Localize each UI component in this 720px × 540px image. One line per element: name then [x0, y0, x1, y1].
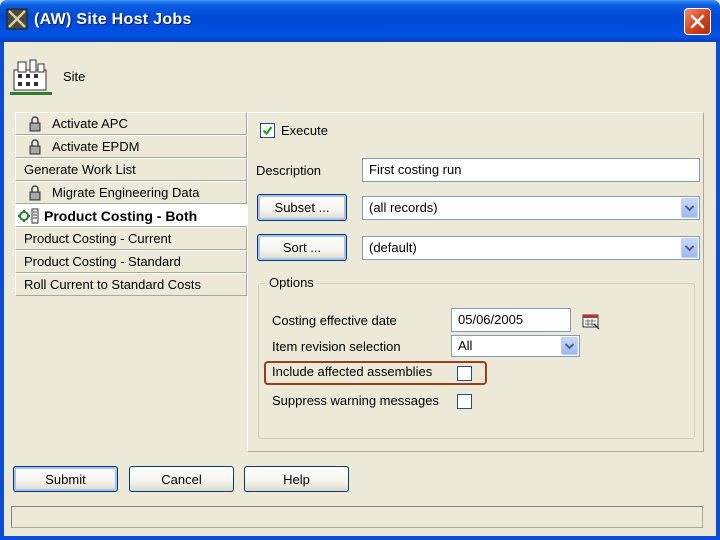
subset-button[interactable]: Subset ...	[257, 194, 347, 221]
options-group: Options Costing effective date 05/06/200…	[258, 275, 695, 439]
execute-row: Execute	[260, 123, 328, 138]
costing-date-label: Costing effective date	[272, 313, 397, 328]
close-icon	[690, 14, 705, 29]
job-label: Roll Current to Standard Costs	[24, 277, 202, 292]
item-revision-dropdown[interactable]: All	[451, 335, 580, 357]
job-list: Activate APC Activate EPDM Generate Work…	[15, 112, 247, 296]
include-affected-checkbox[interactable]	[457, 366, 472, 381]
job-label: Activate EPDM	[52, 139, 140, 154]
subset-value: (all records)	[369, 200, 438, 215]
dropdown-arrow[interactable]	[561, 337, 578, 355]
job-item-product-costing-standard[interactable]: Product Costing - Standard	[15, 250, 247, 273]
options-legend: Options	[267, 275, 316, 290]
suppress-warning-checkbox[interactable]	[457, 394, 472, 409]
job-label: Generate Work List	[24, 162, 136, 177]
job-item-activate-epdm[interactable]: Activate EPDM	[15, 135, 247, 158]
job-item-roll-current-to-standard[interactable]: Roll Current to Standard Costs	[15, 273, 247, 296]
execute-label: Execute	[281, 123, 328, 138]
window-frame-right	[716, 42, 720, 540]
job-label: Activate APC	[52, 116, 128, 131]
calendar-icon[interactable]	[582, 312, 600, 330]
chevron-down-icon	[564, 343, 575, 350]
status-bar	[11, 506, 703, 528]
job-item-activate-apc[interactable]: Activate APC	[15, 112, 247, 135]
costing-date-input[interactable]: 05/06/2005	[451, 308, 571, 332]
gear-running-icon	[18, 208, 39, 223]
sort-value: (default)	[369, 240, 417, 255]
site-label: Site	[63, 69, 86, 84]
chevron-down-icon	[684, 245, 695, 252]
window-frame-bottom	[0, 536, 720, 540]
description-label: Description	[256, 163, 322, 178]
dropdown-arrow[interactable]	[681, 238, 698, 258]
dropdown-arrow[interactable]	[681, 198, 698, 218]
job-label: Migrate Engineering Data	[52, 185, 200, 200]
job-item-migrate-engineering-data[interactable]: Migrate Engineering Data	[15, 181, 247, 204]
job-item-product-costing-current[interactable]: Product Costing - Current	[15, 227, 247, 250]
item-revision-label: Item revision selection	[272, 339, 401, 354]
job-label: Product Costing - Current	[24, 231, 172, 246]
lock-icon	[29, 138, 41, 154]
job-detail-panel: Execute Description First costing run Su…	[247, 112, 704, 452]
close-button[interactable]	[684, 8, 711, 35]
window-frame-left	[0, 42, 4, 540]
job-label: Product Costing - Both	[44, 207, 198, 224]
sort-button[interactable]: Sort ...	[257, 234, 347, 261]
job-item-generate-work-list[interactable]: Generate Work List	[15, 158, 247, 181]
job-item-product-costing-both[interactable]: Product Costing - Both	[15, 204, 247, 227]
lock-icon	[29, 184, 41, 200]
include-affected-label: Include affected assemblies	[272, 364, 433, 379]
lock-icon	[29, 115, 41, 131]
execute-checkbox[interactable]	[260, 123, 275, 138]
window-title: (AW) Site Host Jobs	[34, 11, 192, 28]
title-bar: (AW) Site Host Jobs	[0, 0, 720, 42]
app-icon	[6, 8, 28, 30]
subset-dropdown[interactable]: (all records)	[362, 196, 700, 220]
checkmark-icon	[262, 126, 273, 136]
item-revision-value: All	[458, 338, 473, 353]
cancel-button[interactable]: Cancel	[129, 466, 234, 492]
help-button[interactable]: Help	[244, 466, 349, 492]
sort-dropdown[interactable]: (default)	[362, 236, 700, 260]
job-label: Product Costing - Standard	[24, 254, 181, 269]
site-building-icon	[10, 59, 52, 95]
chevron-down-icon	[684, 205, 695, 212]
submit-button[interactable]: Submit	[13, 466, 118, 492]
description-input[interactable]: First costing run	[362, 158, 700, 182]
suppress-warning-label: Suppress warning messages	[272, 393, 439, 408]
